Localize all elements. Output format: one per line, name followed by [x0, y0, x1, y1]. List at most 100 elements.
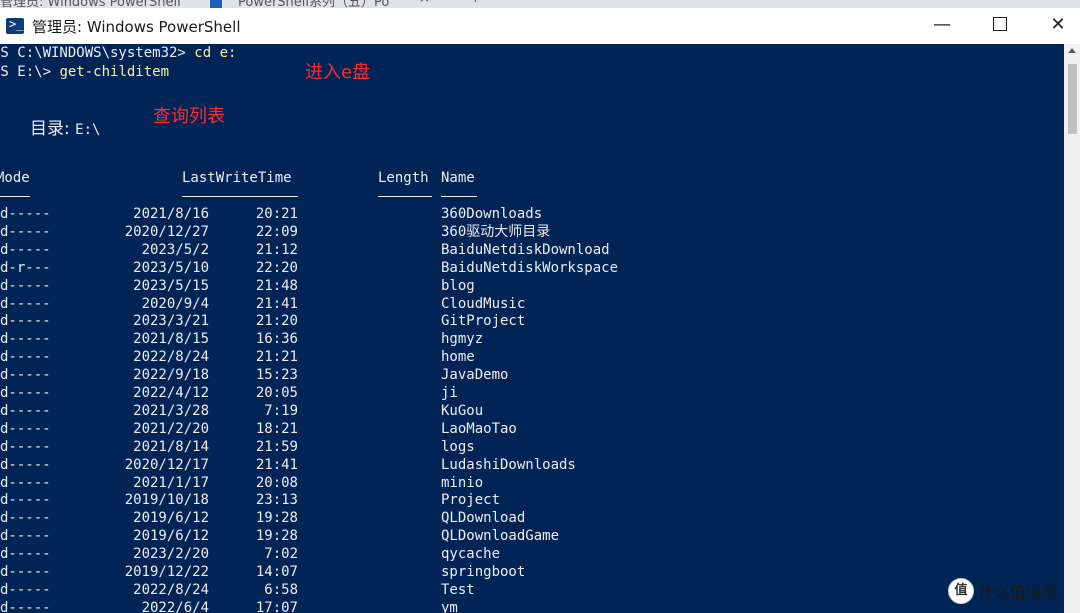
date-cell: 2022/4/12	[133, 385, 209, 401]
watermark-logo-icon: 值	[948, 578, 974, 604]
table-row: d----- 2021/2/20 18:21 LaoMaoTao	[0, 420, 1064, 438]
name-cell: QLDownloadGame	[441, 528, 560, 545]
mode-cell: d-----	[0, 295, 51, 312]
time-cell: 6:58	[264, 581, 298, 598]
table-row: d----- 2022/8/24 21:21 home	[0, 348, 1064, 366]
time-cell: 21:48	[255, 277, 298, 294]
date-cell: 2023/3/21	[133, 313, 209, 330]
watermark-text: 什么值得买	[978, 583, 1059, 602]
time-cell: 21:12	[255, 241, 298, 258]
name-cell: minio	[441, 474, 484, 491]
table-row: d----- 2022/8/24 6:58 Test	[0, 581, 1064, 599]
window-title-bar[interactable]: >_ 管理员: Windows PowerShell — ✕	[0, 8, 1080, 44]
table-row: d----- 2019/6/12 19:28 QLDownload	[0, 509, 1064, 527]
time-cell: 14:07	[255, 564, 298, 580]
scroll-up-arrow-icon[interactable]	[1068, 48, 1076, 53]
date-cell: 2022/8/24	[133, 581, 209, 598]
date-cell: 2022/9/18	[133, 367, 209, 384]
table-row: d----- 2020/12/27 22:09 360驱动大师目录	[0, 223, 1064, 241]
mode-cell: d-----	[0, 474, 51, 491]
powershell-tab-icon	[210, 0, 222, 8]
table-row: d----- 2019/12/22 14:07 springboot	[0, 563, 1064, 581]
mode-cell: d-----	[0, 402, 51, 419]
date-cell: 2021/8/16	[133, 206, 209, 222]
name-cell: ym	[441, 599, 458, 613]
browser-tab-strip: 管理员: Windows PowerShell × PowerShell系列（五…	[0, 0, 1080, 8]
name-cell: BaiduNetdiskWorkspace	[441, 259, 619, 276]
table-row: d----- 2021/1/17 20:08 minio	[0, 474, 1064, 492]
directory-line: 目录: E:\	[30, 114, 100, 139]
close-button[interactable]: ✕	[1030, 8, 1080, 44]
header-length: Length	[378, 170, 429, 186]
close-icon: ✕	[1050, 14, 1066, 35]
scrollbar-thumb[interactable]	[1068, 64, 1077, 134]
date-cell: 2023/2/20	[133, 546, 209, 563]
directory-path: E:\	[75, 122, 101, 138]
time-cell: 21:41	[255, 295, 298, 312]
table-row: d----- 2023/3/21 21:20 GitProject	[0, 312, 1064, 330]
minimize-icon: —	[933, 14, 951, 35]
time-cell: 20:21	[255, 206, 298, 222]
date-cell: 2019/6/12	[133, 528, 209, 545]
name-cell: Project	[441, 492, 501, 509]
maximize-icon	[993, 16, 1007, 31]
table-row: d----- 2019/6/12 19:28 QLDownloadGame	[0, 527, 1064, 545]
date-cell: 2022/6/4	[141, 599, 209, 613]
maximize-button[interactable]	[972, 8, 1028, 44]
mode-cell: d-----	[0, 420, 51, 437]
browser-tab-2-label[interactable]: PowerShell系列（五）Po	[238, 0, 389, 8]
name-cell: logs	[441, 438, 475, 455]
header-underline-lastwritetime	[182, 196, 298, 197]
prompt-text: PS C:\WINDOWS\system32>	[0, 45, 195, 61]
browser-tab-1-label[interactable]: 管理员: Windows PowerShell	[0, 0, 181, 8]
time-cell: 21:21	[255, 349, 298, 366]
time-cell: 16:36	[255, 331, 298, 348]
time-cell: 21:20	[255, 313, 298, 330]
name-cell: 360Downloads	[441, 206, 543, 222]
command-text: cd e:	[194, 45, 237, 61]
date-cell: 2023/5/15	[133, 277, 209, 294]
name-cell: LaoMaoTao	[441, 420, 517, 437]
time-cell: 7:19	[264, 402, 298, 419]
new-tab-icon[interactable]: +	[470, 0, 481, 8]
table-row: d----- 2019/10/18 23:13 Project	[0, 491, 1064, 509]
header-name: Name	[441, 170, 475, 186]
header-underline-mode	[0, 196, 30, 197]
mode-cell: d-----	[0, 385, 51, 401]
minimize-button[interactable]: —	[914, 8, 970, 44]
time-cell: 20:08	[255, 474, 298, 491]
date-cell: 2020/9/4	[141, 295, 209, 312]
mode-cell: d-----	[0, 206, 51, 222]
browser-tab-2-close-icon[interactable]: ×	[419, 0, 430, 8]
name-cell: ji	[441, 385, 458, 401]
name-cell: 360驱动大师目录	[441, 223, 551, 240]
time-cell: 23:13	[255, 492, 298, 509]
console-output[interactable]: PS C:\WINDOWS\system32> cd e: PS E:\> ge…	[0, 44, 1064, 613]
time-cell: 21:59	[255, 438, 298, 455]
table-row: d----- 2021/8/16 20:21 360Downloads	[0, 205, 1064, 223]
header-lastwritetime: LastWriteTime	[182, 170, 292, 186]
mode-cell: d-----	[0, 546, 51, 563]
table-row: d----- 2022/9/18 15:23 JavaDemo	[0, 366, 1064, 384]
date-cell: 2021/2/20	[133, 420, 209, 437]
date-cell: 2019/6/12	[133, 510, 209, 527]
table-row: d-r--- 2023/5/10 22:20 BaiduNetdiskWorkspac…	[0, 259, 1064, 277]
name-cell: BaiduNetdiskDownload	[441, 241, 610, 258]
mode-cell: d-----	[0, 564, 51, 580]
name-cell: blog	[441, 277, 475, 294]
browser-tab-1-close-icon[interactable]: ×	[164, 0, 175, 8]
name-cell: QLDownload	[441, 510, 526, 527]
mode-cell: d-----	[0, 456, 51, 473]
vertical-scrollbar[interactable]	[1064, 44, 1080, 613]
date-cell: 2020/12/17	[124, 456, 209, 473]
time-cell: 21:41	[255, 456, 298, 473]
prompt-text: PS E:\>	[0, 64, 52, 80]
directory-label: 目录:	[30, 119, 76, 139]
table-row: d----- 2020/12/17 21:41 LudashiDownloads	[0, 456, 1064, 474]
mode-cell: d-----	[0, 241, 51, 258]
time-cell: 22:09	[255, 223, 298, 240]
command-text: get-childitem	[59, 64, 170, 80]
time-cell: 19:28	[255, 528, 298, 545]
name-cell: JavaDemo	[441, 367, 509, 384]
mode-cell: d-----	[0, 367, 51, 384]
